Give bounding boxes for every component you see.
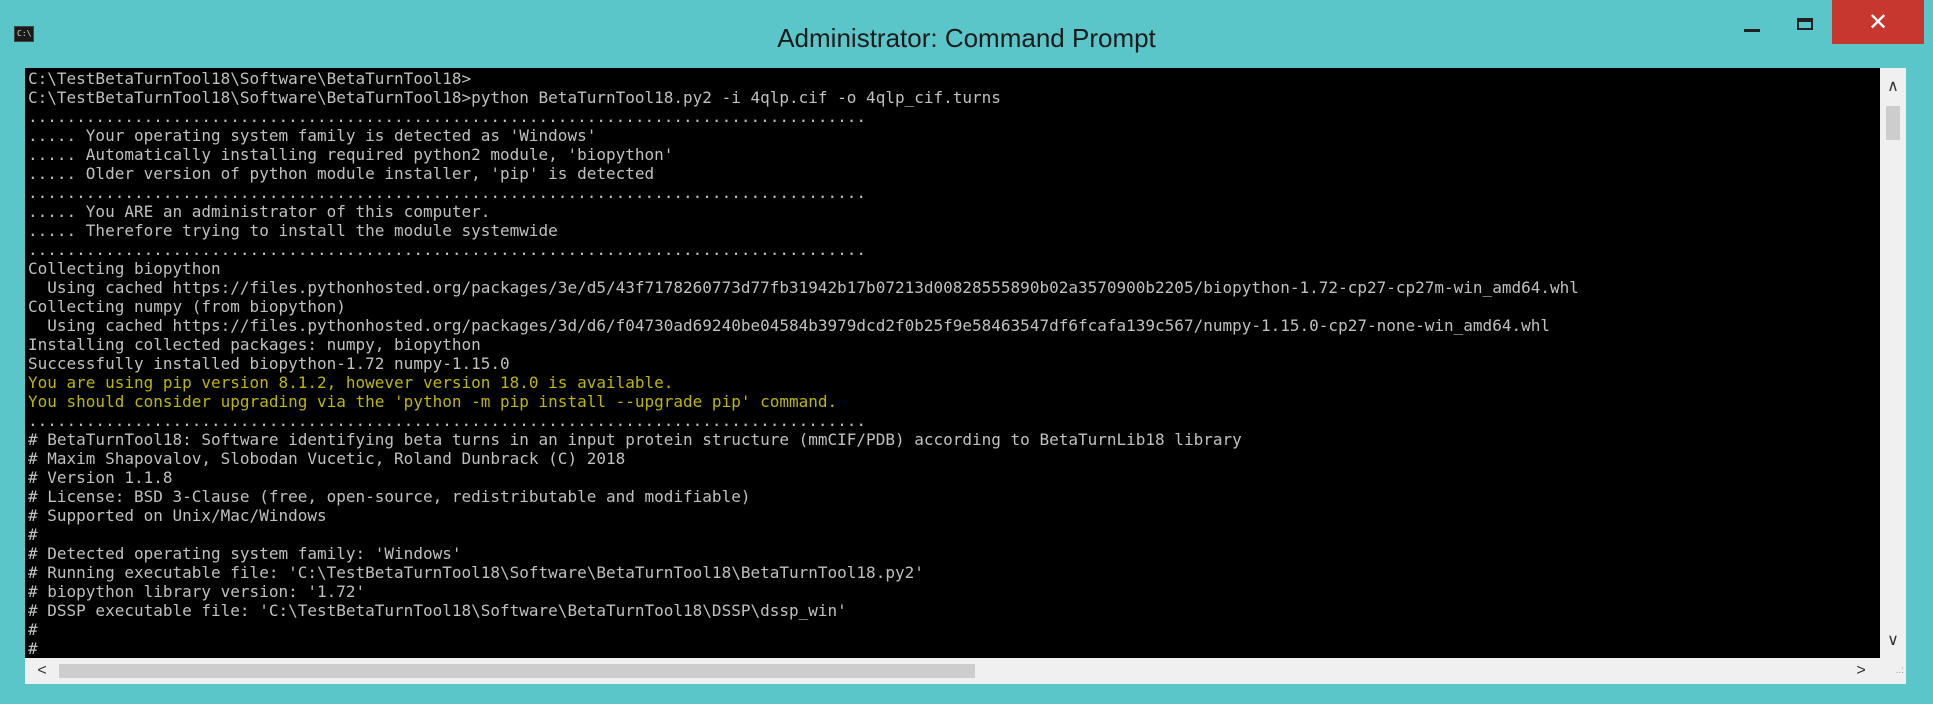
console-line: # Maxim Shapovalov, Slobodan Vucetic, Ro… — [28, 449, 626, 468]
console-line: Using cached https://files.pythonhosted.… — [28, 278, 1579, 297]
console-line: You are using pip version 8.1.2, however… — [28, 373, 674, 392]
console-line: # — [28, 639, 38, 658]
horizontal-scrollbar[interactable]: < > — [25, 658, 1880, 684]
scroll-left-arrow-icon[interactable]: < — [29, 658, 55, 684]
console-line: ..... Your operating system family is de… — [28, 126, 597, 145]
vertical-scroll-thumb[interactable] — [1886, 106, 1900, 140]
window-title: Administrator: Command Prompt — [777, 23, 1156, 53]
console-line: # Version 1.1.8 — [28, 468, 173, 487]
console-output[interactable]: C:\TestBetaTurnTool18\Software\BetaTurnT… — [25, 68, 1901, 658]
scroll-down-arrow-icon[interactable]: ∨ — [1880, 628, 1906, 654]
console-line: ........................................… — [28, 183, 867, 202]
title-bar[interactable]: C:\. Administrator: Command Prompt ✕ — [0, 0, 1933, 66]
minimize-button[interactable] — [1726, 0, 1778, 48]
console-line: # Supported on Unix/Mac/Windows — [28, 506, 327, 525]
console-line: Using cached https://files.pythonhosted.… — [28, 316, 1550, 335]
console-line: Successfully installed biopython-1.72 nu… — [28, 354, 510, 373]
maximize-icon — [1797, 18, 1813, 30]
console-line: ..... Automatically installing required … — [28, 145, 674, 164]
console-line: C:\TestBetaTurnTool18\Software\BetaTurnT… — [28, 88, 1001, 107]
console-line: # DSSP executable file: 'C:\TestBetaTurn… — [28, 601, 847, 620]
maximize-button[interactable] — [1778, 0, 1832, 48]
console-line: # License: BSD 3-Clause (free, open-sour… — [28, 487, 751, 506]
console-line: # biopython library version: '1.72' — [28, 582, 366, 601]
command-prompt-window: C:\. Administrator: Command Prompt ✕ C:\… — [0, 0, 1933, 704]
scroll-right-arrow-icon[interactable]: > — [1848, 658, 1874, 684]
console-line: ........................................… — [28, 107, 867, 126]
close-icon: ✕ — [1867, 8, 1889, 36]
close-button[interactable]: ✕ — [1832, 0, 1924, 44]
console-line: ..... Older version of python module ins… — [28, 164, 655, 183]
console-line: # — [28, 525, 38, 544]
console-line: ........................................… — [28, 411, 867, 430]
minimize-icon — [1744, 28, 1760, 32]
console-line: You should consider upgrading via the 'p… — [28, 392, 838, 411]
console-line: # Detected operating system family: 'Win… — [28, 544, 462, 563]
resize-grip-icon[interactable]: ..: — [1880, 658, 1906, 684]
console-lines: C:\TestBetaTurnTool18\Software\BetaTurnT… — [28, 69, 1901, 658]
console-line: ..... Therefore trying to install the mo… — [28, 221, 558, 240]
vertical-scrollbar[interactable]: ∧ ∨ — [1880, 68, 1906, 658]
console-line: Collecting biopython — [28, 259, 221, 278]
console-line: ..... You ARE an administrator of this c… — [28, 202, 491, 221]
console-line: # Running executable file: 'C:\TestBetaT… — [28, 563, 924, 582]
horizontal-scroll-thumb[interactable] — [59, 664, 975, 678]
console-line: Installing collected packages: numpy, bi… — [28, 335, 481, 354]
console-line: ........................................… — [28, 240, 867, 259]
console-line: Collecting numpy (from biopython) — [28, 297, 346, 316]
console-line: C:\TestBetaTurnTool18\Software\BetaTurnT… — [28, 69, 472, 88]
console-line: # BetaTurnTool18: Software identifying b… — [28, 430, 1242, 449]
console-line: # — [28, 620, 38, 639]
scroll-up-arrow-icon[interactable]: ∧ — [1880, 74, 1906, 100]
